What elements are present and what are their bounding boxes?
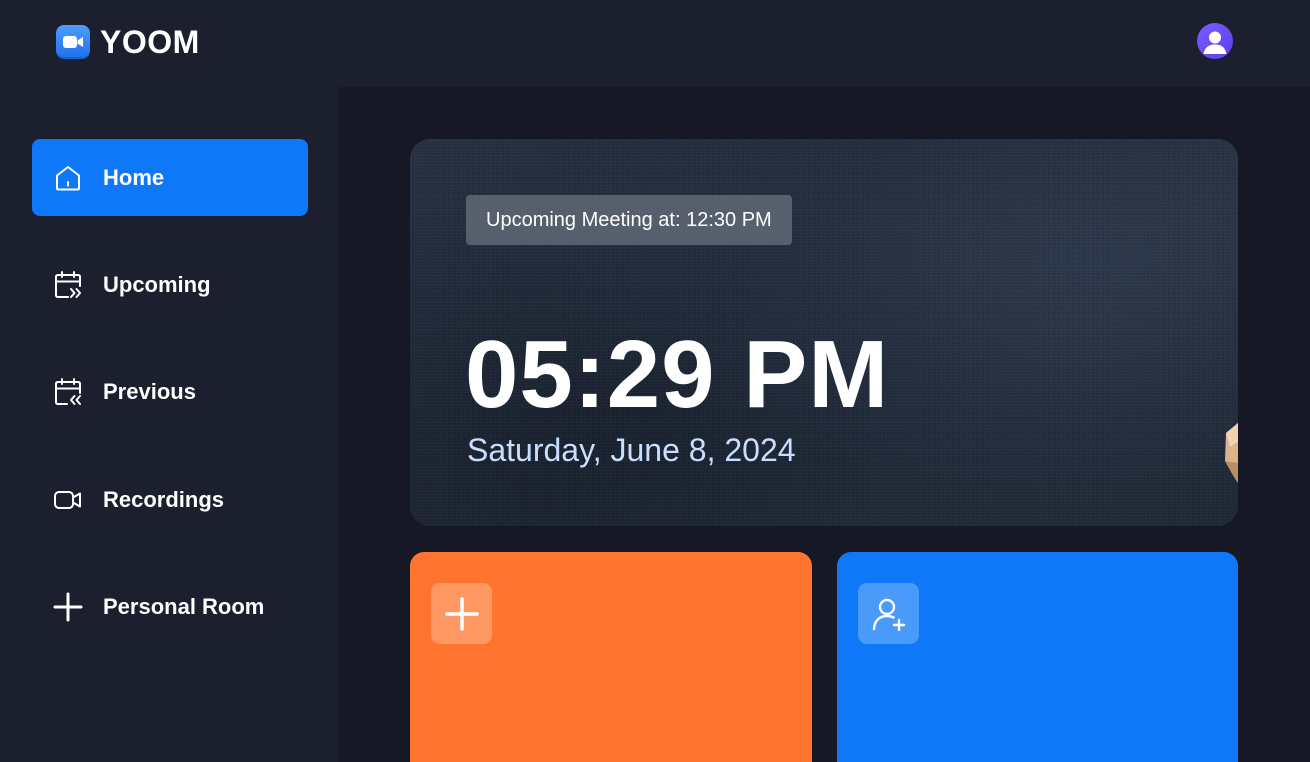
sidebar-item-label: Previous xyxy=(103,378,196,404)
sidebar-item-previous[interactable]: Previous xyxy=(32,353,308,430)
sidebar-item-personal-room[interactable]: Personal Room xyxy=(32,568,308,645)
sidebar-item-recordings[interactable]: Recordings xyxy=(32,461,308,538)
calendar-forward-icon xyxy=(51,268,85,302)
home-icon xyxy=(51,161,85,195)
sidebar-item-label: Home xyxy=(103,164,165,190)
sidebar-item-upcoming[interactable]: Upcoming xyxy=(32,246,308,323)
card-icon-container xyxy=(431,583,492,644)
upcoming-meeting-text: Upcoming Meeting at: 12:30 PM xyxy=(486,208,772,231)
brand-logo-link[interactable]: YOOM xyxy=(56,24,200,60)
app-root: YOOM Home Upcoming Previous Recordings P… xyxy=(0,0,1310,762)
hero-decoration-image xyxy=(1210,411,1238,496)
new-meeting-card[interactable] xyxy=(410,552,812,762)
plus-icon xyxy=(444,596,479,631)
brand-name: YOOM xyxy=(100,23,200,60)
upcoming-meeting-badge: Upcoming Meeting at: 12:30 PM xyxy=(466,195,792,245)
sidebar-item-home[interactable]: Home xyxy=(32,139,308,216)
sidebar-item-label: Personal Room xyxy=(103,593,265,619)
sidebar-item-label: Recordings xyxy=(103,486,225,512)
add-user-icon xyxy=(872,598,905,631)
video-icon xyxy=(51,483,85,517)
current-time: 05:29 PM xyxy=(465,321,890,428)
video-camera-icon xyxy=(56,25,90,59)
calendar-back-icon xyxy=(51,375,85,409)
sidebar: Home Upcoming Previous Recordings Person… xyxy=(0,87,339,762)
hero-banner: Upcoming Meeting at: 12:30 PM 05:29 PM S… xyxy=(410,139,1238,526)
user-avatar-button[interactable] xyxy=(1197,23,1233,59)
top-navbar: YOOM xyxy=(0,0,1310,87)
sidebar-item-label: Upcoming xyxy=(103,271,211,297)
join-meeting-card[interactable] xyxy=(837,552,1238,762)
plus-icon xyxy=(51,590,85,624)
card-icon-container xyxy=(858,583,919,644)
current-date: Saturday, June 8, 2024 xyxy=(467,432,796,468)
user-icon xyxy=(1203,31,1227,54)
